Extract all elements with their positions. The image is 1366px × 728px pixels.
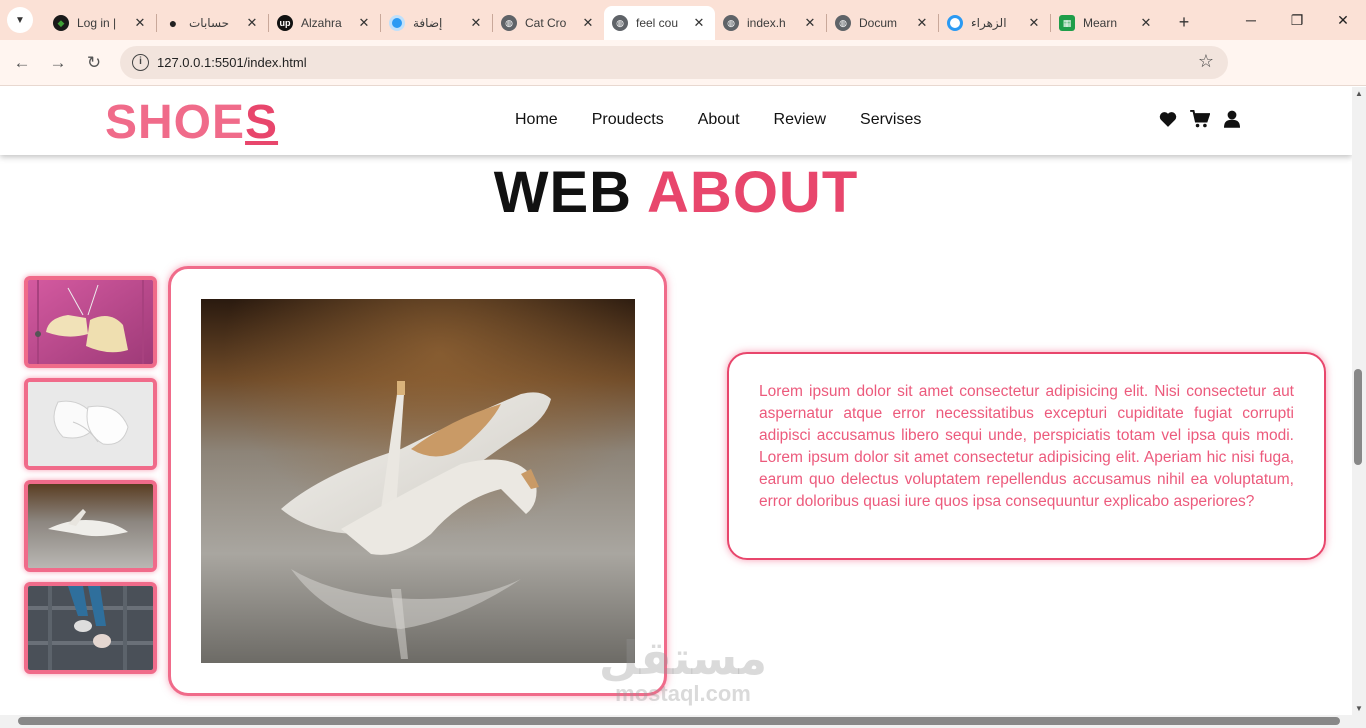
close-icon[interactable]: ✕ (1138, 15, 1154, 31)
close-window-button[interactable]: ✕ (1320, 0, 1366, 40)
close-icon[interactable]: ✕ (356, 15, 372, 31)
tab-title: Mearn (1083, 16, 1118, 30)
tab-title: feel cou (636, 16, 679, 30)
horizontal-scrollbar[interactable] (0, 715, 1366, 728)
browser-tab[interactable]: إضافة ✕ (381, 7, 492, 39)
tab-title: Docum (859, 16, 898, 30)
logo[interactable]: SHOES (105, 95, 278, 150)
browser-tab-bar: ▼ ◆ Log in | ✕ ● حسابات ✕ up Alzahra ✕ إ… (0, 0, 1366, 40)
url-input[interactable]: i 127.0.0.1:5501/index.html ☆ (120, 46, 1228, 79)
upwork-icon: up (277, 15, 293, 31)
reload-icon[interactable]: ↻ (82, 51, 106, 75)
scrollbar-thumb[interactable] (18, 717, 1340, 725)
page-viewport: SHOES Home Proudects About Review Servis… (0, 87, 1352, 715)
watermark-latin: mostaql.com (615, 681, 751, 706)
tab-title: Cat Cro (525, 16, 567, 30)
url-text[interactable]: 127.0.0.1:5501/index.html (157, 55, 307, 70)
header-icons (1158, 109, 1242, 129)
tab-title: الزهراء (971, 16, 1007, 30)
logo-text: SHOE (105, 96, 246, 149)
globe-icon: ◍ (612, 15, 628, 31)
tab-title: حسابات (189, 16, 230, 30)
scroll-up-arrow-icon[interactable]: ▲ (1355, 89, 1363, 98)
browser-tab[interactable]: ◆ Log in | ✕ (45, 7, 156, 39)
close-icon[interactable]: ✕ (802, 15, 818, 31)
close-icon[interactable]: ✕ (132, 15, 148, 31)
main-product-image (201, 299, 635, 663)
new-tab-button[interactable]: + (1170, 8, 1198, 36)
dot-icon: ● (168, 15, 178, 31)
close-icon[interactable]: ✕ (580, 15, 596, 31)
forward-arrow-icon[interactable]: → (46, 51, 70, 75)
globe-icon: ◍ (723, 15, 739, 31)
logo-accent-letter: S (245, 96, 279, 149)
watermark: مستقل mostaql.com (598, 633, 768, 705)
main-image-frame (168, 266, 667, 696)
minimize-button[interactable]: ─ (1228, 0, 1274, 40)
heart-icon[interactable] (1158, 109, 1178, 129)
close-icon[interactable]: ✕ (691, 15, 707, 31)
about-paragraph: Lorem ipsum dolor sit amet consectetur a… (759, 383, 1294, 510)
cart-icon[interactable] (1190, 109, 1210, 129)
browser-tab[interactable]: ◍ index.h ✕ (715, 7, 826, 39)
close-icon[interactable]: ✕ (244, 15, 260, 31)
tab-title: إضافة (413, 16, 443, 30)
mongodb-leaf-icon: ◆ (53, 15, 69, 31)
close-icon[interactable]: ✕ (468, 15, 484, 31)
watermark-arabic: مستقل (598, 632, 768, 684)
browser-tab-active[interactable]: ◍ feel cou ✕ (604, 6, 715, 40)
browser-tab[interactable]: ● حسابات ✕ (157, 7, 268, 39)
nav-link-about[interactable]: About (698, 111, 740, 129)
nav-link-review[interactable]: Review (774, 111, 826, 129)
circle-icon (389, 15, 405, 31)
thumbnail-white-sneakers[interactable] (24, 378, 157, 470)
restore-button[interactable]: ❐ (1274, 0, 1320, 40)
tab-title: Log in | (77, 16, 117, 30)
thumbnail-white-heels[interactable] (24, 480, 157, 572)
nav-link-home[interactable]: Home (515, 111, 558, 129)
nav-link-products[interactable]: Proudects (592, 111, 664, 129)
main-nav: Home Proudects About Review Servises (515, 111, 921, 129)
browser-tab[interactable]: الزهراء ✕ (939, 7, 1050, 39)
tab-title: Alzahra (301, 16, 342, 30)
tab-search-button[interactable]: ▼ (7, 7, 33, 33)
site-info-icon[interactable]: i (132, 54, 149, 71)
bookmark-star-icon[interactable]: ☆ (1198, 51, 1214, 72)
tab-title: index.h (747, 16, 786, 30)
sheets-icon: ▦ (1059, 15, 1075, 31)
user-icon[interactable] (1222, 109, 1242, 129)
globe-icon: ◍ (835, 15, 851, 31)
about-text-card: Lorem ipsum dolor sit amet consectetur a… (727, 352, 1326, 560)
thumbnail-hanging-sneakers[interactable] (24, 276, 157, 368)
back-arrow-icon[interactable]: ← (10, 51, 34, 75)
close-icon[interactable]: ✕ (914, 15, 930, 31)
browser-tab[interactable]: ◍ Docum ✕ (827, 7, 938, 39)
address-bar: ← → ↻ i 127.0.0.1:5501/index.html ☆ ⧉ ··… (0, 40, 1366, 119)
section-title: WEB ABOUT (0, 159, 1352, 226)
vertical-scrollbar[interactable]: ▲ ▼ (1352, 87, 1366, 715)
ring-icon (947, 15, 963, 31)
close-icon[interactable]: ✕ (1026, 15, 1042, 31)
section-title-word: WEB (493, 160, 633, 225)
browser-tab[interactable]: ▦ Mearn ✕ (1051, 7, 1162, 39)
nav-link-services[interactable]: Servises (860, 111, 921, 129)
thumbnail-legs-sneakers[interactable] (24, 582, 157, 674)
scroll-down-arrow-icon[interactable]: ▼ (1355, 704, 1363, 713)
globe-icon: ◍ (501, 15, 517, 31)
browser-tab[interactable]: ◍ Cat Cro ✕ (493, 7, 604, 39)
site-header: SHOES Home Proudects About Review Servis… (0, 87, 1352, 155)
section-title-accent: ABOUT (647, 160, 859, 225)
browser-tab[interactable]: up Alzahra ✕ (269, 7, 380, 39)
scrollbar-thumb[interactable] (1354, 369, 1362, 465)
